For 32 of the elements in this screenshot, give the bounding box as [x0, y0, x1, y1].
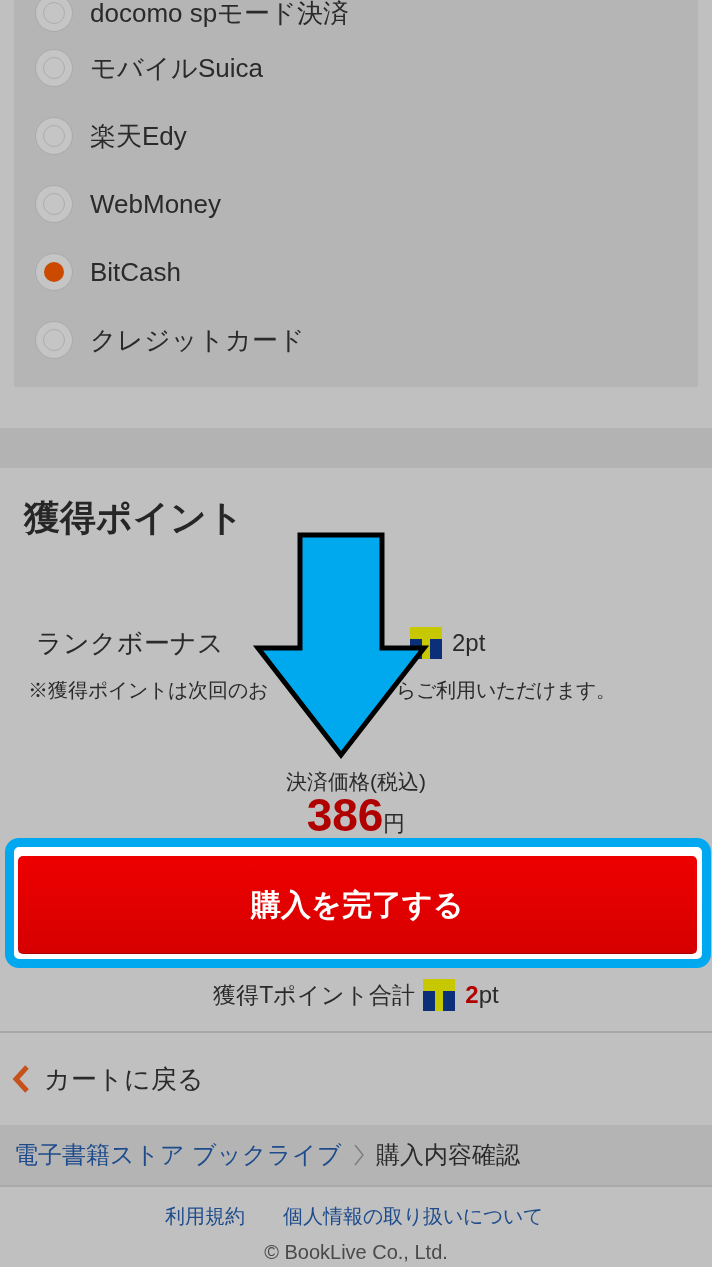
payment-option-label[interactable]: WebMoney	[90, 191, 222, 217]
payment-option-label[interactable]: クレジットカード	[90, 327, 305, 353]
payment-option-label[interactable]: BitCash	[90, 259, 182, 285]
breadcrumb-link[interactable]: 電子書籍ストア ブックライブ	[14, 1140, 342, 1170]
purchase-button[interactable]: 購入を完了する	[18, 856, 697, 954]
payment-option-label[interactable]: 楽天Edy	[90, 123, 187, 149]
note-text: ※獲得ポイントは次回のお	[28, 678, 268, 703]
total-points-value: 2pt	[465, 980, 499, 1010]
footer-link[interactable]: 個人情報の取り扱いについて	[283, 1203, 543, 1229]
payment-option-label[interactable]: docomo spモード決済	[90, 0, 350, 26]
chevron-left-icon	[12, 1065, 30, 1093]
currency-label: 円	[383, 810, 406, 838]
t-logo-icon	[423, 979, 456, 1011]
points-value: 2pt	[452, 628, 486, 658]
note-text: らご利用いただけます。	[396, 678, 616, 703]
radio-button[interactable]	[35, 253, 73, 291]
payment-option-label[interactable]: モバイルSuica	[90, 55, 264, 81]
breadcrumb-current: 購入内容確認	[375, 1140, 520, 1170]
footer-link[interactable]: 利用規約	[165, 1203, 245, 1229]
radio-button[interactable]	[35, 0, 73, 32]
price-amount: 386	[306, 792, 384, 838]
radio-button[interactable]	[35, 321, 73, 359]
rank-bonus-label: ランクボーナス	[36, 627, 224, 659]
radio-button[interactable]	[35, 185, 73, 223]
chevron-right-icon	[353, 1144, 364, 1166]
price-label: 決済価格(税込)	[286, 769, 426, 795]
back-link[interactable]: カートに戻る	[12, 1063, 204, 1095]
radio-button[interactable]	[35, 117, 73, 155]
section-title: 獲得ポイント	[24, 498, 244, 538]
total-points-label: 獲得Tポイント合計	[213, 981, 416, 1010]
copyright-text: © BookLive Co., Ltd.	[264, 1240, 448, 1264]
radio-button[interactable]	[35, 49, 73, 87]
